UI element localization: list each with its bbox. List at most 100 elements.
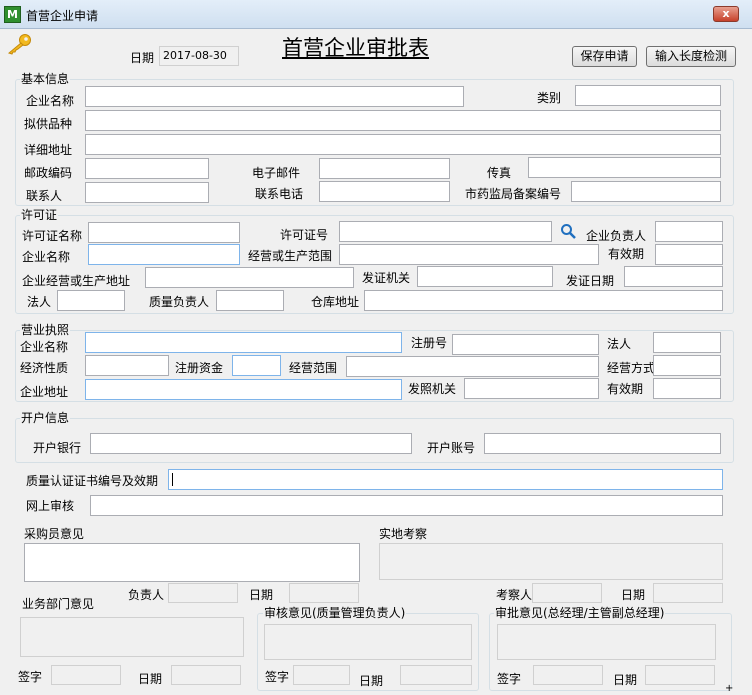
window-title: 首营企业申请 <box>26 9 99 23</box>
audit-sign-input[interactable] <box>293 665 350 685</box>
business-validity-label: 有效期 <box>607 382 644 396</box>
license-manager-input[interactable] <box>655 221 723 242</box>
company-name-input[interactable] <box>85 86 464 107</box>
license-legal-input[interactable] <box>57 290 125 311</box>
license-issue-date-input[interactable] <box>624 266 723 287</box>
date-label: 日期 <box>130 51 155 65</box>
license-manager-label: 企业负责人 <box>586 229 647 243</box>
license-name-input[interactable] <box>88 222 240 243</box>
dept-date-input[interactable] <box>171 665 241 685</box>
business-license-title: 营业执照 <box>20 322 71 338</box>
app-icon-text: M <box>7 8 18 21</box>
license-issue-date-label: 发证日期 <box>566 274 615 288</box>
license-number-input[interactable] <box>339 221 552 242</box>
license-scope-label: 经营或生产范围 <box>248 249 333 263</box>
inspector-input[interactable] <box>532 583 602 603</box>
contact-input[interactable] <box>85 182 209 203</box>
category-input[interactable] <box>575 85 721 106</box>
address-input[interactable] <box>85 134 721 155</box>
business-nature-label: 经济性质 <box>20 361 69 375</box>
audit-date-input[interactable] <box>400 665 472 685</box>
dept-sign-input[interactable] <box>51 665 121 685</box>
approval-sign-input[interactable] <box>533 665 603 685</box>
email-label: 电子邮件 <box>252 166 301 180</box>
business-reg-no-label: 注册号 <box>411 336 448 350</box>
bank-input[interactable] <box>90 433 412 454</box>
license-warehouse-input[interactable] <box>364 290 723 311</box>
license-authority-input[interactable] <box>417 266 553 287</box>
approval-opinion-title: 审批意见(总经理/主管副总经理) <box>494 605 666 621</box>
license-authority-label: 发证机关 <box>362 271 411 285</box>
business-authority-input[interactable] <box>464 378 599 399</box>
business-validity-input[interactable] <box>653 378 721 399</box>
postcode-input[interactable] <box>85 158 209 179</box>
site-date-input[interactable] <box>653 583 723 603</box>
business-reg-no-input[interactable] <box>452 334 599 355</box>
business-capital-label: 注册资金 <box>175 361 224 375</box>
close-button[interactable]: x <box>713 6 739 22</box>
site-inspection-input[interactable] <box>379 543 723 580</box>
email-input[interactable] <box>319 158 450 179</box>
buyer-date-input[interactable] <box>289 583 359 603</box>
business-scope-input[interactable] <box>346 356 599 377</box>
license-quality-input[interactable] <box>216 290 284 311</box>
inspector-label: 考察人 <box>496 588 533 602</box>
business-mode-label: 经营方式 <box>607 361 656 375</box>
resize-grip-icon[interactable]: + <box>725 684 733 694</box>
phone-label: 联系电话 <box>255 187 304 201</box>
quality-cert-label: 质量认证证书编号及效期 <box>26 474 159 488</box>
approval-date-input[interactable] <box>645 665 715 685</box>
online-review-label: 网上审核 <box>26 499 75 513</box>
responsible-label: 负责人 <box>128 588 165 602</box>
business-company-input[interactable] <box>85 332 402 353</box>
date-field[interactable]: 2017-08-30 <box>159 46 239 66</box>
license-validity-input[interactable] <box>655 244 723 265</box>
license-company-input[interactable] <box>88 244 240 265</box>
bank-info-title: 开户信息 <box>20 410 71 426</box>
bank-account-input[interactable] <box>484 433 721 454</box>
length-check-button[interactable]: 输入长度检测 <box>646 46 736 67</box>
business-mode-input[interactable] <box>653 355 721 376</box>
responsible-input[interactable] <box>168 583 238 603</box>
key-icon <box>7 34 31 55</box>
license-warehouse-label: 仓库地址 <box>311 295 360 309</box>
business-address-input[interactable] <box>85 379 402 400</box>
business-scope-label: 经营范围 <box>289 361 338 375</box>
license-legal-label: 法人 <box>27 295 52 309</box>
record-no-label: 市药监局备案编号 <box>465 187 562 201</box>
license-quality-label: 质量负责人 <box>149 295 210 309</box>
company-name-label: 企业名称 <box>26 94 75 108</box>
approval-opinion-input[interactable] <box>497 624 716 660</box>
license-scope-input[interactable] <box>339 244 599 265</box>
online-review-input[interactable] <box>90 495 723 516</box>
audit-opinion-input[interactable] <box>264 624 472 660</box>
business-company-label: 企业名称 <box>20 340 69 354</box>
business-legal-label: 法人 <box>607 337 632 351</box>
business-capital-input[interactable] <box>232 355 281 376</box>
dept-opinion-input[interactable] <box>20 617 244 657</box>
business-nature-input[interactable] <box>85 355 169 376</box>
license-validity-label: 有效期 <box>608 247 645 261</box>
fax-input[interactable] <box>528 157 721 178</box>
dept-date-label: 日期 <box>138 672 163 686</box>
approval-sign-label: 签字 <box>497 672 522 686</box>
search-icon[interactable] <box>560 223 576 239</box>
license-name-label: 许可证名称 <box>22 229 83 243</box>
page-title: 首营企业审批表 <box>282 36 429 60</box>
audit-sign-label: 签字 <box>265 670 290 684</box>
license-address-input[interactable] <box>145 267 354 288</box>
phone-input[interactable] <box>319 181 450 202</box>
business-authority-label: 发照机关 <box>408 382 457 396</box>
buyer-opinion-input[interactable] <box>24 543 360 582</box>
business-legal-input[interactable] <box>653 332 721 353</box>
dept-sign-label: 签字 <box>18 670 43 684</box>
record-no-input[interactable] <box>571 181 721 202</box>
license-company-label: 企业名称 <box>22 250 71 264</box>
products-input[interactable] <box>85 110 721 131</box>
app-icon: M <box>4 6 21 23</box>
save-button[interactable]: 保存申请 <box>572 46 637 67</box>
address-label: 详细地址 <box>24 143 73 157</box>
title-bar: M 首营企业申请 x <box>0 0 752 29</box>
bank-account-label: 开户账号 <box>427 441 476 455</box>
quality-cert-input[interactable] <box>168 469 723 490</box>
